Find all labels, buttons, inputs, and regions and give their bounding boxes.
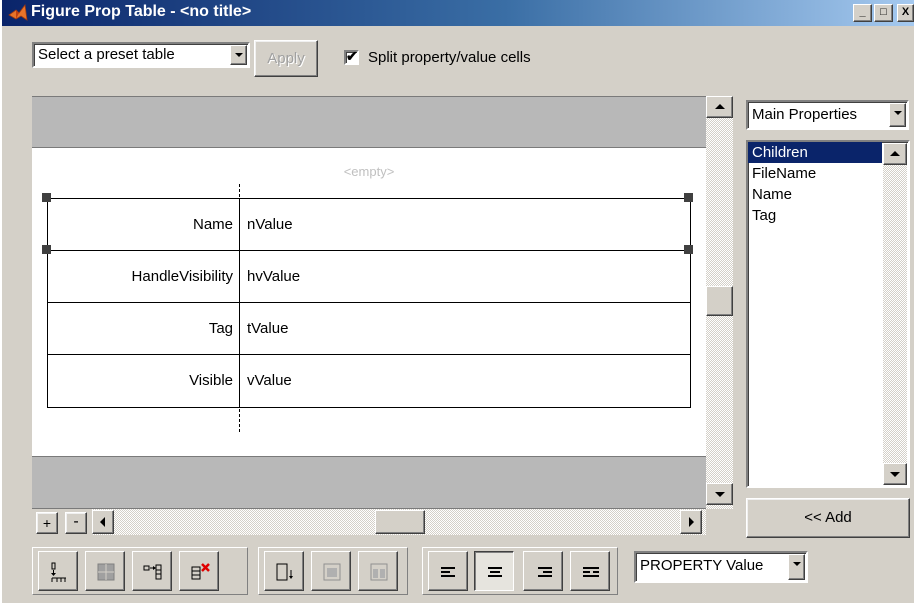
plus-icon: + [42, 515, 52, 531]
scroll-up-button[interactable] [706, 96, 733, 118]
split-cells-label: Split property/value cells [368, 49, 531, 66]
header-band [32, 96, 706, 148]
figure-prop-table-window: Figure Prop Table - <no title> _ □ X Sel… [0, 0, 914, 603]
table-row[interactable]: Name nValue [48, 199, 690, 251]
merge-cells-icon [97, 563, 115, 581]
add-property-label: << Add [804, 509, 852, 526]
scroll-down-button[interactable] [706, 483, 733, 505]
insert-row-button[interactable] [38, 551, 78, 591]
cell-border-button[interactable] [311, 551, 351, 591]
property-name-cell[interactable]: HandleVisibility [48, 251, 240, 302]
matlab-logo-icon [8, 4, 28, 21]
align-right-button[interactable] [523, 551, 563, 591]
close-button[interactable]: X [897, 4, 914, 22]
title-bar[interactable]: Figure Prop Table - <no title> _ □ X [2, 0, 914, 26]
list-item[interactable]: Children [748, 142, 882, 163]
property-list[interactable]: Children FileName Name Tag [746, 140, 910, 488]
split-cells-button[interactable] [132, 551, 172, 591]
scroll-left-button[interactable] [92, 510, 114, 534]
property-value-cell[interactable]: nValue [247, 199, 293, 251]
canvas-horizontal-scrollbar[interactable] [92, 509, 706, 535]
remove-row-button[interactable]: - [65, 512, 87, 534]
category-select-value: Main Properties [752, 106, 858, 123]
property-value-cell[interactable]: hvValue [247, 251, 300, 303]
cell-split-grid-icon [370, 563, 388, 581]
preset-table-select[interactable]: Select a preset table [32, 42, 250, 68]
maximize-button[interactable]: □ [874, 4, 893, 22]
property-value-cell[interactable]: vValue [247, 355, 292, 407]
split-cells-checkbox[interactable]: ✔ [344, 48, 359, 65]
insert-row-icon [51, 562, 66, 582]
format-select-value: PROPERTY Value [640, 557, 764, 574]
apply-label: Apply [267, 50, 305, 67]
format-select[interactable]: PROPERTY Value [634, 551, 808, 583]
preset-select-value: Select a preset table [38, 46, 175, 63]
property-category-select[interactable]: Main Properties [746, 100, 909, 130]
checkmark-icon: ✔ [346, 48, 358, 64]
property-list-scrollbar[interactable] [883, 143, 907, 485]
vertical-scroll-thumb[interactable] [706, 286, 733, 316]
alignment-toolbar [422, 547, 618, 595]
minimize-icon: _ [859, 6, 866, 18]
cell-height-button[interactable] [264, 551, 304, 591]
cell-split-grid-button[interactable] [358, 551, 398, 591]
chevron-down-icon[interactable] [889, 103, 906, 127]
cell-structure-toolbar [32, 547, 248, 595]
delete-cells-button[interactable] [179, 551, 219, 591]
delete-cells-icon [191, 563, 210, 580]
split-cells-icon [143, 564, 162, 580]
table-row[interactable]: HandleVisibility hvValue [48, 251, 690, 303]
footer-band [32, 456, 706, 509]
table-row[interactable]: Visible vValue [48, 355, 690, 407]
minus-icon: - [73, 513, 79, 530]
close-icon: X [901, 6, 910, 18]
selection-handle[interactable] [42, 245, 51, 254]
chevron-down-icon[interactable] [230, 45, 247, 65]
cell-height-icon [276, 563, 293, 581]
align-center-icon [488, 567, 502, 577]
horizontal-scroll-thumb[interactable] [375, 510, 425, 534]
align-justify-button[interactable] [570, 551, 610, 591]
cell-format-toolbar [258, 547, 408, 595]
add-row-button[interactable]: + [36, 512, 58, 534]
align-justify-icon [583, 567, 599, 577]
empty-cell-label: <empty> [343, 164, 395, 179]
cell-border-icon [323, 563, 341, 581]
minimize-button[interactable]: _ [853, 4, 872, 22]
align-center-button[interactable] [474, 551, 514, 591]
scroll-right-button[interactable] [680, 510, 702, 534]
scroll-up-button[interactable] [883, 143, 907, 165]
selection-handle[interactable] [684, 245, 693, 254]
table-canvas[interactable]: <empty> Name nValue HandleVisibility hvV… [32, 96, 706, 509]
selection-handle[interactable] [684, 193, 693, 202]
align-left-button[interactable] [428, 551, 468, 591]
align-right-icon [538, 567, 552, 577]
property-table[interactable]: Name nValue HandleVisibility hvValue Tag… [47, 198, 691, 408]
table-row[interactable]: Tag tValue [48, 303, 690, 355]
apply-button[interactable]: Apply [254, 40, 318, 77]
property-name-cell[interactable]: Visible [48, 355, 240, 407]
property-value-cell[interactable]: tValue [247, 303, 288, 355]
maximize-icon: □ [880, 6, 887, 18]
merge-cells-button[interactable] [85, 551, 125, 591]
window-title: Figure Prop Table - <no title> [31, 3, 252, 20]
property-name-cell[interactable]: Tag [48, 303, 240, 354]
canvas-vertical-scrollbar[interactable] [706, 96, 733, 509]
scroll-down-button[interactable] [883, 463, 907, 485]
property-name-cell[interactable]: Name [48, 199, 240, 250]
chevron-down-icon[interactable] [788, 554, 805, 580]
selection-handle[interactable] [42, 193, 51, 202]
align-left-icon [441, 567, 455, 577]
add-property-button[interactable]: << Add [746, 498, 910, 538]
